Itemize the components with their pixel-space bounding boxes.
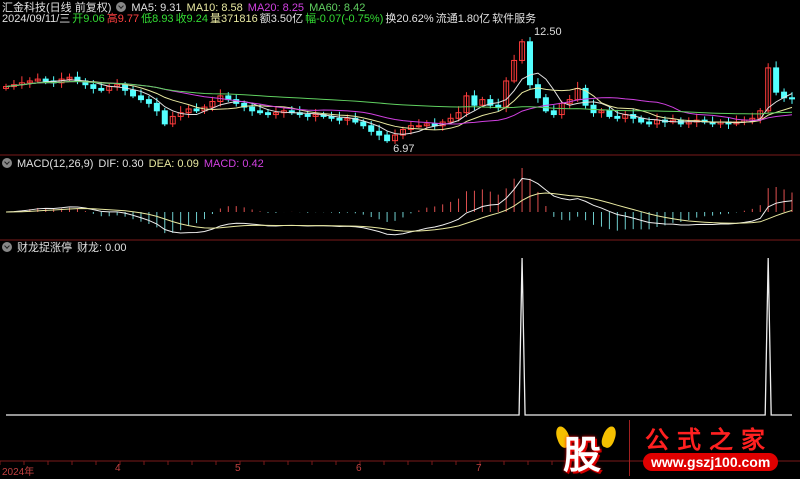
candle-body — [550, 110, 557, 116]
candle-body — [90, 84, 97, 89]
max-price-label: 12.50 — [534, 26, 562, 38]
indicator-title: 财龙捉涨停 — [17, 242, 72, 254]
candle-body — [265, 112, 271, 116]
candle-body — [336, 117, 343, 121]
candle-body — [542, 97, 549, 112]
ma5-line — [5, 72, 793, 135]
candle-body — [638, 117, 645, 123]
candle-body — [384, 134, 391, 142]
candle-body — [527, 41, 533, 86]
candle-body — [495, 104, 502, 108]
candle-body — [360, 121, 367, 127]
candle-body — [161, 110, 168, 125]
candle-body — [137, 95, 144, 101]
watermark-logo: 股 公式之家 www.gszj100.com — [553, 420, 800, 477]
macd-dea: DEA: 0.09 — [148, 158, 199, 170]
candle-body — [646, 121, 653, 125]
candle-body — [249, 106, 256, 112]
candle-body — [98, 87, 105, 91]
candle-body — [773, 67, 780, 93]
logo-site: 公式之家 — [645, 425, 773, 454]
candle-body — [368, 125, 375, 132]
dropdown-chevron-icon[interactable] — [2, 158, 12, 168]
logo-char: 股 — [563, 433, 602, 477]
logo-url: www.gszj100.com — [643, 453, 779, 471]
candle-body — [789, 97, 795, 100]
caifong-line — [6, 257, 792, 416]
candle-body — [257, 110, 264, 114]
indicator-header: 财龙捉涨停 财龙: 0.00 — [2, 242, 132, 255]
macd-value: MACD: 0.42 — [203, 158, 264, 170]
dif-line — [5, 177, 793, 236]
x-label-may: 5 — [235, 463, 241, 474]
candle-body — [304, 114, 311, 117]
candle-body — [606, 110, 613, 117]
stock-chart[interactable]: 12.50 6.97 — [0, 0, 800, 476]
candle-body — [471, 95, 478, 106]
candle-body — [42, 78, 49, 82]
candle-body — [534, 84, 541, 99]
x-label-jul: 7 — [476, 463, 482, 474]
dea-line — [5, 192, 793, 232]
candle-body — [145, 99, 152, 104]
candle-body — [153, 102, 160, 112]
candle-body — [614, 115, 621, 119]
macd-dif: DIF: 0.30 — [98, 158, 144, 170]
macd-header: MACD(12,26,9) DIF: 0.30 DEA: 0.09 MACD: 0.4… — [2, 158, 269, 171]
x-label-jun: 6 — [356, 463, 362, 474]
indicator-value: 财龙: 0.00 — [77, 242, 127, 254]
macd-title: MACD(12,26,9) — [17, 158, 94, 170]
candle-body — [376, 130, 383, 136]
candle-body — [415, 125, 422, 128]
min-price-label: 6.97 — [393, 143, 414, 155]
candle-body — [193, 108, 200, 112]
candle-body — [130, 89, 137, 97]
dropdown-chevron-icon[interactable] — [2, 242, 12, 252]
x-label-apr: 4 — [115, 463, 121, 474]
